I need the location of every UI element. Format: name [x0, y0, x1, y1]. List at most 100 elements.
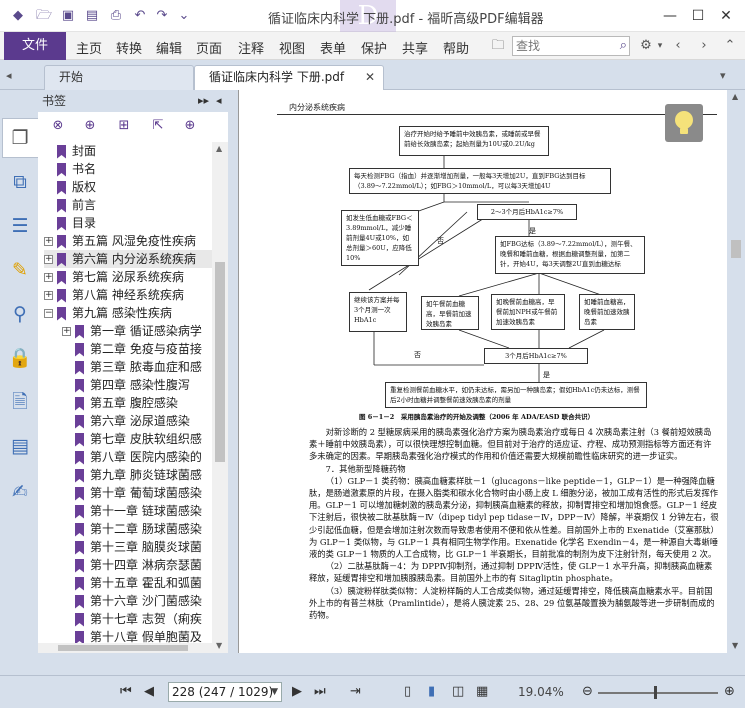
- document-scrollbar[interactable]: ▲ ▼: [727, 90, 745, 653]
- menu-comment[interactable]: 注释: [238, 38, 264, 57]
- facing-view-icon[interactable]: ◫: [452, 684, 464, 699]
- doc-scroll-up-icon[interactable]: ▲: [732, 92, 738, 101]
- comments-panel-icon[interactable]: ✎: [8, 258, 32, 282]
- zoom-out-icon[interactable]: ⊖: [582, 684, 593, 699]
- bookmark-item[interactable]: 第十二章 肠球菌感染: [62, 520, 212, 538]
- bookmark-item[interactable]: 第九章 肺炎链球菌感: [62, 466, 212, 484]
- pdf-page[interactable]: 内分泌系统疾病 治疗开始时给予睡前中效胰岛素，或睡前或早餐前给长效胰岛素；起始剂…: [238, 90, 728, 653]
- search-input[interactable]: [513, 37, 609, 55]
- back-icon[interactable]: ‹: [670, 38, 686, 54]
- bookmark-item[interactable]: + 第八篇 神经系统疾病: [44, 286, 212, 304]
- bookmark-item[interactable]: 第五章 腹腔感染: [62, 394, 212, 412]
- delete-bookmark-icon[interactable]: ⊗: [50, 118, 66, 134]
- zoom-slider[interactable]: [598, 686, 718, 699]
- bookmark-item[interactable]: 第十四章 淋病奈瑟菌: [62, 556, 212, 574]
- bookmark-item[interactable]: 书名: [44, 160, 212, 178]
- bookmark-item[interactable]: − 第九篇 感染性疾病: [44, 304, 212, 322]
- bookmark-hscrollbar[interactable]: [38, 643, 212, 653]
- bookmark-item[interactable]: 目录: [44, 214, 212, 232]
- bookmark-item[interactable]: 版权: [44, 178, 212, 196]
- bookmark-item[interactable]: 封面: [44, 142, 212, 160]
- search-box[interactable]: ⌕: [512, 36, 630, 56]
- expand-icon[interactable]: +: [44, 273, 53, 282]
- menu-protect[interactable]: 保护: [361, 38, 387, 57]
- expand-icon[interactable]: +: [44, 255, 53, 264]
- doc-scrollbar-thumb[interactable]: [731, 240, 741, 258]
- panel-menu-icon[interactable]: ◂: [216, 90, 222, 112]
- bookmark-item[interactable]: 第十六章 沙门菌感染: [62, 592, 212, 610]
- collapse-icon[interactable]: −: [44, 309, 53, 318]
- scrollbar-thumb[interactable]: [215, 262, 225, 462]
- bookmark-item[interactable]: 第七章 皮肤软组织感: [62, 430, 212, 448]
- add-bookmark-icon[interactable]: ⊕: [82, 118, 98, 134]
- bookmark-item[interactable]: + 第七篇 泌尿系统疾病: [44, 268, 212, 286]
- bookmark-item[interactable]: 第二章 免疫与疫苗接: [62, 340, 212, 358]
- zoom-slider-knob[interactable]: [654, 686, 657, 699]
- save-icon[interactable]: ▣: [60, 8, 76, 24]
- signature-panel-icon[interactable]: 🗎: [8, 390, 32, 414]
- expand-bookmark-icon[interactable]: ⊕: [182, 118, 198, 134]
- forward-icon[interactable]: ›: [696, 38, 712, 54]
- expand-icon[interactable]: +: [44, 237, 53, 246]
- page-dropdown-icon[interactable]: ▼: [271, 683, 278, 701]
- bookmark-item[interactable]: 第十一章 链球菌感染: [62, 502, 212, 520]
- promote-bookmark-icon[interactable]: ⇱: [150, 118, 166, 134]
- close-button[interactable]: ✕: [716, 6, 736, 26]
- tab-document[interactable]: 循证临床内科学 下册.pdf ✕: [194, 65, 384, 90]
- menu-form[interactable]: 表单: [320, 38, 346, 57]
- pen-panel-icon[interactable]: ✍: [8, 480, 32, 504]
- scroll-down-icon[interactable]: ▼: [216, 641, 222, 650]
- page-number-field[interactable]: 228 (247 / 1029) ▼: [168, 682, 282, 702]
- menu-page[interactable]: 页面: [196, 38, 222, 57]
- menu-convert[interactable]: 转换: [116, 38, 142, 57]
- bookmark-item[interactable]: 第十七章 志贺（痢疾: [62, 610, 212, 628]
- redo-icon[interactable]: ↷: [154, 8, 170, 24]
- hscrollbar-thumb[interactable]: [58, 645, 188, 651]
- security-panel-icon[interactable]: 🔒: [8, 346, 32, 370]
- folder-icon[interactable]: 🗁: [36, 8, 52, 24]
- last-page-icon[interactable]: ⏭: [314, 684, 326, 699]
- close-tab-icon[interactable]: ✕: [365, 66, 375, 89]
- scroll-up-icon[interactable]: ▲: [216, 144, 222, 153]
- continuous-view-icon[interactable]: ▮: [428, 684, 435, 699]
- print-icon[interactable]: ⎙: [108, 8, 124, 24]
- app-logo-icon[interactable]: ◆: [10, 8, 26, 24]
- menu-view[interactable]: 视图: [279, 38, 305, 57]
- doc-scroll-down-icon[interactable]: ▼: [732, 641, 738, 650]
- next-page-icon[interactable]: ▶: [292, 684, 302, 699]
- expand-icon[interactable]: +: [44, 291, 53, 300]
- document-area[interactable]: 内分泌系统疾病 治疗开始时给予睡前中效胰岛素，或睡前或早餐前给长效胰岛素；起始剂…: [228, 90, 745, 653]
- bookmark-item[interactable]: 第十五章 霍乱和弧菌: [62, 574, 212, 592]
- zoom-in-icon[interactable]: ⊕: [724, 684, 735, 699]
- add-child-bookmark-icon[interactable]: ⊞: [116, 118, 132, 134]
- chevron-down-icon[interactable]: ▾: [652, 38, 668, 54]
- prev-page-icon[interactable]: ◀: [144, 684, 154, 699]
- first-page-icon[interactable]: ⏮: [120, 684, 132, 699]
- menu-share[interactable]: 共享: [402, 38, 428, 57]
- undo-icon[interactable]: ↶: [132, 8, 148, 24]
- export-icon[interactable]: ⇥: [350, 684, 361, 699]
- save-as-icon[interactable]: ▤: [84, 8, 100, 24]
- ribbon-toggle-icon[interactable]: ⌃: [722, 38, 738, 54]
- continuous-facing-view-icon[interactable]: ▦: [476, 684, 488, 699]
- maximize-button[interactable]: ☐: [688, 6, 708, 26]
- bookmark-scrollbar[interactable]: ▲ ▼: [212, 142, 228, 653]
- customize-icon[interactable]: ⌄: [176, 8, 192, 24]
- menu-help[interactable]: 帮助: [443, 38, 469, 57]
- minimize-button[interactable]: —: [660, 6, 680, 26]
- attachments-panel-icon[interactable]: ⚲: [8, 302, 32, 326]
- bookmark-item[interactable]: 第六章 泌尿道感染: [62, 412, 212, 430]
- bookmark-item[interactable]: + 第一章 循证感染病学: [62, 322, 212, 340]
- expand-icon[interactable]: +: [62, 327, 71, 336]
- folder-search-icon[interactable]: 🗀: [490, 38, 506, 54]
- tab-scroll-left-icon[interactable]: ◂: [6, 69, 12, 82]
- bookmark-item[interactable]: 第十章 葡萄球菌感染: [62, 484, 212, 502]
- bookmark-item[interactable]: + 第五篇 风湿免疫性疾病: [44, 232, 212, 250]
- single-page-view-icon[interactable]: ▯: [404, 684, 411, 699]
- content-panel-icon[interactable]: ▤: [8, 434, 32, 458]
- bookmark-item[interactable]: 第八章 医院内感染的: [62, 448, 212, 466]
- bookmark-item[interactable]: 第三章 脓毒血症和感: [62, 358, 212, 376]
- pages-panel-icon[interactable]: ⧉: [8, 170, 32, 194]
- bookmark-item[interactable]: 第十三章 脑膜炎球菌: [62, 538, 212, 556]
- bookmark-item[interactable]: + 第六篇 内分泌系统疾病: [44, 250, 212, 268]
